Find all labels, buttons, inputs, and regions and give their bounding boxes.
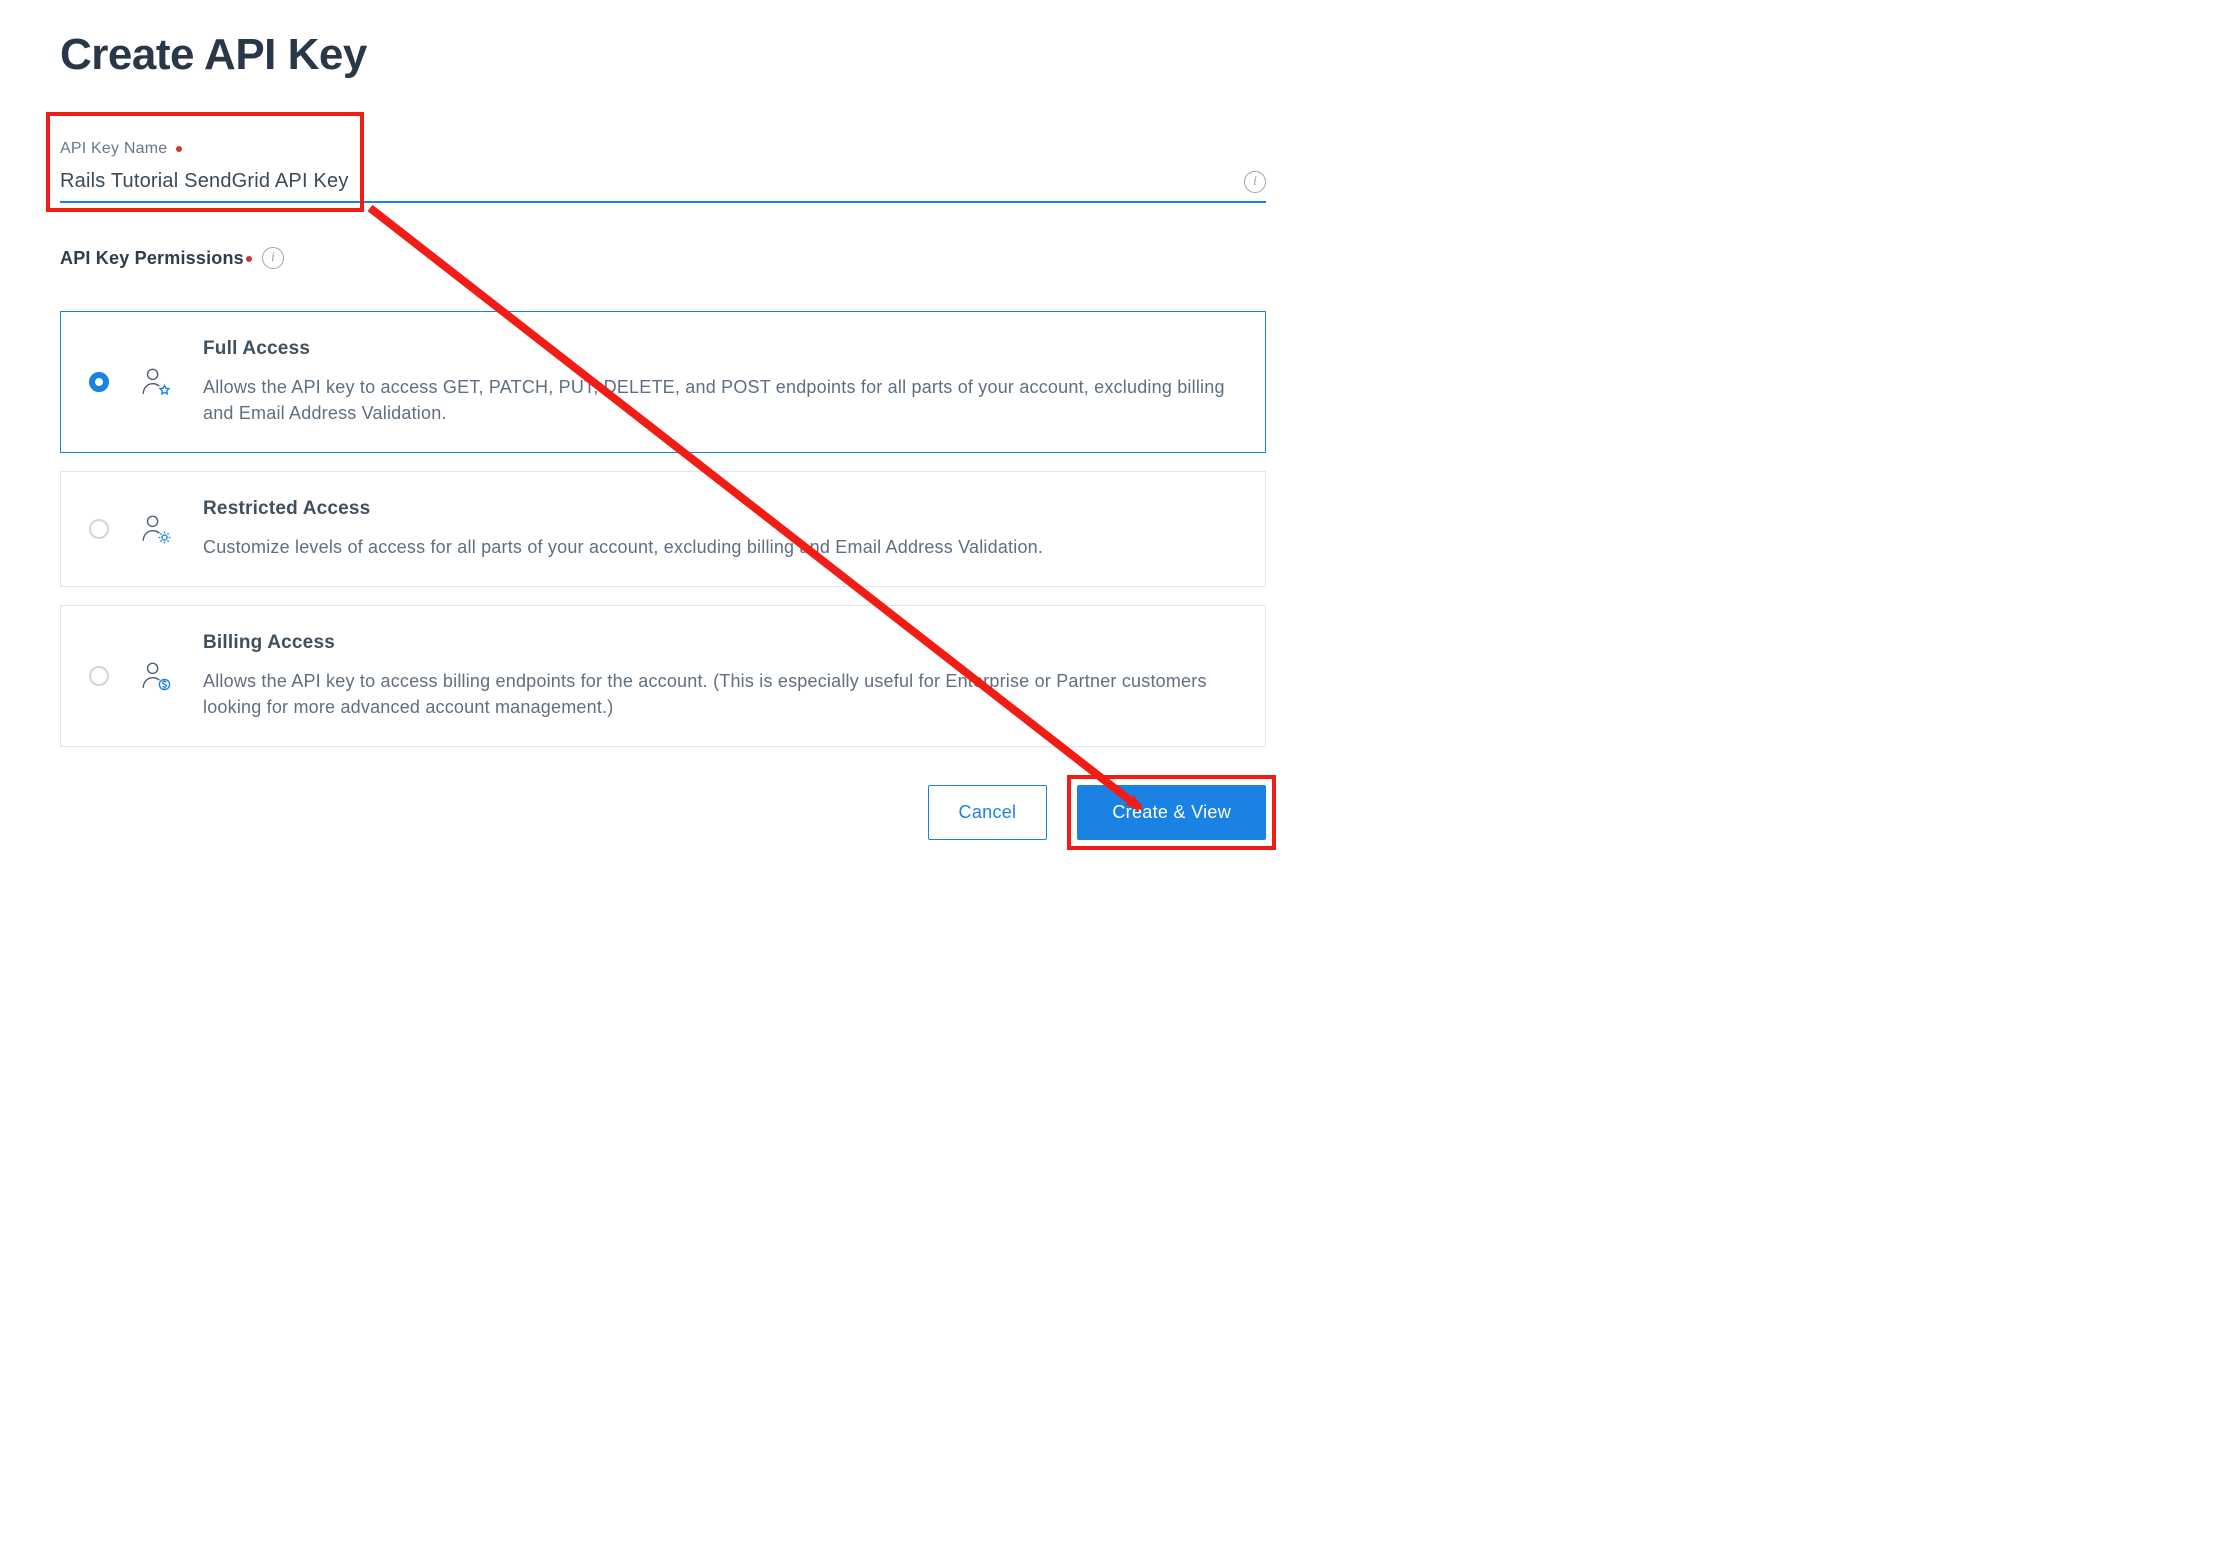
cancel-button[interactable]: Cancel [928, 785, 1048, 840]
api-key-name-field: API Key Name i [60, 140, 1266, 203]
radio-billing-access[interactable] [89, 666, 109, 686]
permissions-options: Full Access Allows the API key to access… [60, 311, 1266, 747]
option-billing-text: Billing Access Allows the API key to acc… [203, 632, 1237, 720]
required-dot-icon [176, 146, 182, 152]
user-star-icon [137, 365, 175, 399]
info-icon[interactable]: i [262, 247, 284, 269]
option-full-desc: Allows the API key to access GET, PATCH,… [203, 374, 1237, 426]
radio-restricted-access[interactable] [89, 519, 109, 539]
permissions-label-text: API Key Permissions [60, 248, 244, 268]
option-full-access[interactable]: Full Access Allows the API key to access… [60, 311, 1266, 453]
option-restricted-title: Restricted Access [203, 498, 1237, 520]
option-restricted-text: Restricted Access Customize levels of ac… [203, 498, 1237, 560]
user-gear-icon [137, 512, 175, 546]
option-restricted-access[interactable]: Restricted Access Customize levels of ac… [60, 471, 1266, 587]
api-key-name-input[interactable] [60, 164, 1266, 203]
option-billing-access[interactable]: Billing Access Allows the API key to acc… [60, 605, 1266, 747]
permissions-label: API Key Permissions [60, 248, 252, 269]
action-buttons: Cancel Create & View [60, 785, 1266, 840]
option-billing-desc: Allows the API key to access billing end… [203, 668, 1237, 720]
api-key-name-label-text: API Key Name [60, 140, 167, 157]
option-billing-title: Billing Access [203, 632, 1237, 654]
radio-full-access[interactable] [89, 372, 109, 392]
create-and-view-button[interactable]: Create & View [1077, 785, 1266, 840]
option-full-text: Full Access Allows the API key to access… [203, 338, 1237, 426]
user-dollar-icon [137, 659, 175, 693]
option-restricted-desc: Customize levels of access for all parts… [203, 534, 1237, 560]
api-key-name-label: API Key Name [60, 140, 182, 158]
required-dot-icon [246, 256, 252, 262]
info-icon[interactable]: i [1244, 171, 1266, 193]
page-title: Create API Key [60, 30, 1266, 80]
option-full-title: Full Access [203, 338, 1237, 360]
permissions-header: API Key Permissions i [60, 247, 1266, 269]
